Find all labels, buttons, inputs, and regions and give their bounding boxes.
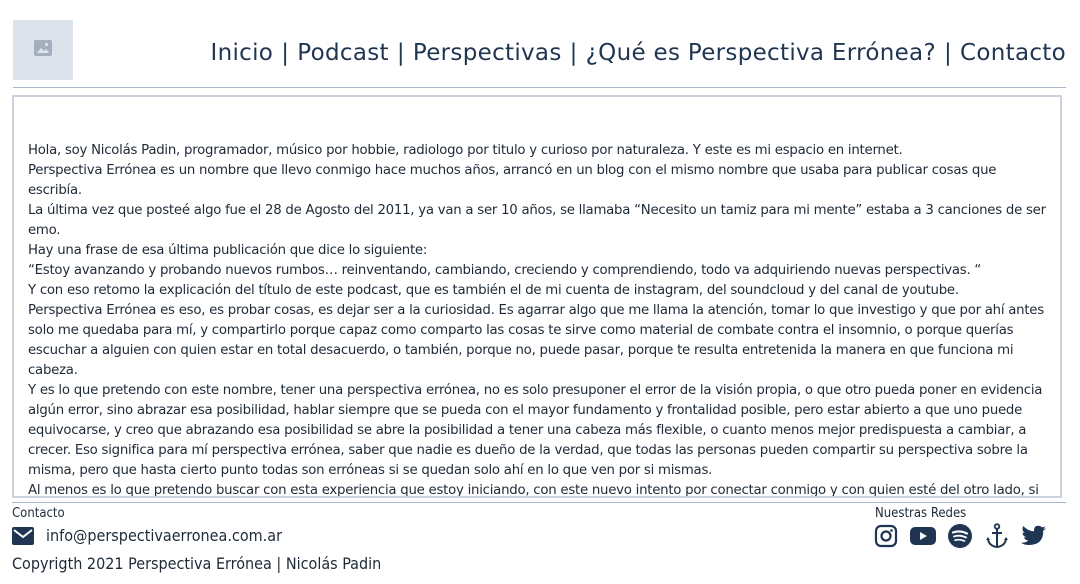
paragraph: “Estoy avanzando y probando nuevos rumbo… xyxy=(28,263,982,278)
spotify-icon[interactable] xyxy=(947,523,973,549)
image-placeholder-icon xyxy=(34,40,52,60)
logo-placeholder[interactable] xyxy=(13,20,73,80)
main-nav: Inicio | Podcast | Perspectivas | ¿Qué e… xyxy=(211,40,1066,72)
youtube-icon[interactable] xyxy=(910,523,936,549)
contact-label: Contacto xyxy=(12,506,65,521)
paragraph: Perspectiva Errónea es eso, es probar co… xyxy=(28,303,1044,378)
email-row[interactable]: info@perspectivaerronea.com.ar xyxy=(12,526,282,545)
paragraph: Al menos es lo que pretendo buscar con e… xyxy=(28,483,1039,498)
paragraph: La última vez que posteé algo fue el 28 … xyxy=(28,203,1046,238)
paragraph: Y con eso retomo la explicación del títu… xyxy=(28,283,959,298)
paragraph: Hola, soy Nicolás Padin, programador, mú… xyxy=(28,143,903,158)
nav-separator: | xyxy=(281,40,290,66)
paragraph: Perspectiva Errónea es un nombre que lle… xyxy=(28,163,997,198)
nav-perspectivas[interactable]: Perspectivas xyxy=(413,40,562,72)
nav-separator: | xyxy=(396,40,405,66)
instagram-icon[interactable] xyxy=(873,523,899,549)
nav-contacto[interactable]: Contacto xyxy=(960,40,1066,72)
nav-separator: | xyxy=(943,40,953,66)
copyright: Copyrigth 2021 Perspectiva Errónea | Nic… xyxy=(12,554,382,573)
about-content[interactable]: Hola, soy Nicolás Padin, programador, mú… xyxy=(12,95,1062,498)
social-links xyxy=(873,523,1047,549)
footer-divider xyxy=(12,502,1066,503)
social-label: Nuestras Redes xyxy=(875,506,967,521)
anchor-icon[interactable] xyxy=(984,523,1010,549)
paragraph: Y es lo que pretendo con este nombre, te… xyxy=(28,383,1043,478)
nav-que-es[interactable]: ¿Qué es Perspectiva Errónea? xyxy=(586,40,936,72)
nav-podcast[interactable]: Podcast xyxy=(297,40,389,72)
nav-separator: | xyxy=(569,40,578,66)
paragraph: Hay una frase de esa última publicación … xyxy=(28,243,428,258)
twitter-icon[interactable] xyxy=(1021,523,1047,549)
envelope-icon xyxy=(12,526,34,545)
nav-inicio[interactable]: Inicio xyxy=(211,40,274,72)
header-divider xyxy=(13,87,1066,88)
email-link[interactable]: info@perspectivaerronea.com.ar xyxy=(46,526,282,545)
